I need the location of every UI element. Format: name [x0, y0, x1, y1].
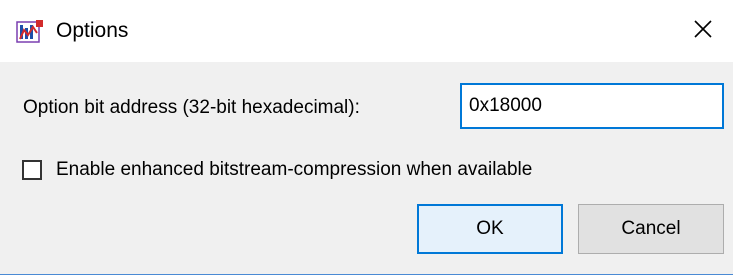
option-bit-address-label: Option bit address (32-bit hexadecimal):	[23, 97, 360, 118]
dialog-title: Options	[56, 19, 129, 42]
compression-checkbox[interactable]	[22, 160, 42, 180]
close-icon	[692, 18, 714, 45]
dialog-body: Option bit address (32-bit hexadecimal):…	[0, 62, 733, 274]
close-button[interactable]	[673, 0, 733, 62]
title-bar: Options	[0, 0, 733, 62]
ok-button[interactable]: OK	[417, 204, 563, 254]
options-dialog: Options Option bit address (32-bit hexad…	[0, 0, 733, 279]
window-bottom-border	[0, 274, 733, 279]
app-icon	[16, 19, 44, 45]
compression-checkbox-row[interactable]: Enable enhanced bitstream-compression wh…	[22, 157, 532, 183]
compression-checkbox-label: Enable enhanced bitstream-compression wh…	[56, 159, 533, 180]
option-bit-address-input[interactable]	[460, 83, 724, 129]
cancel-button[interactable]: Cancel	[578, 204, 724, 254]
